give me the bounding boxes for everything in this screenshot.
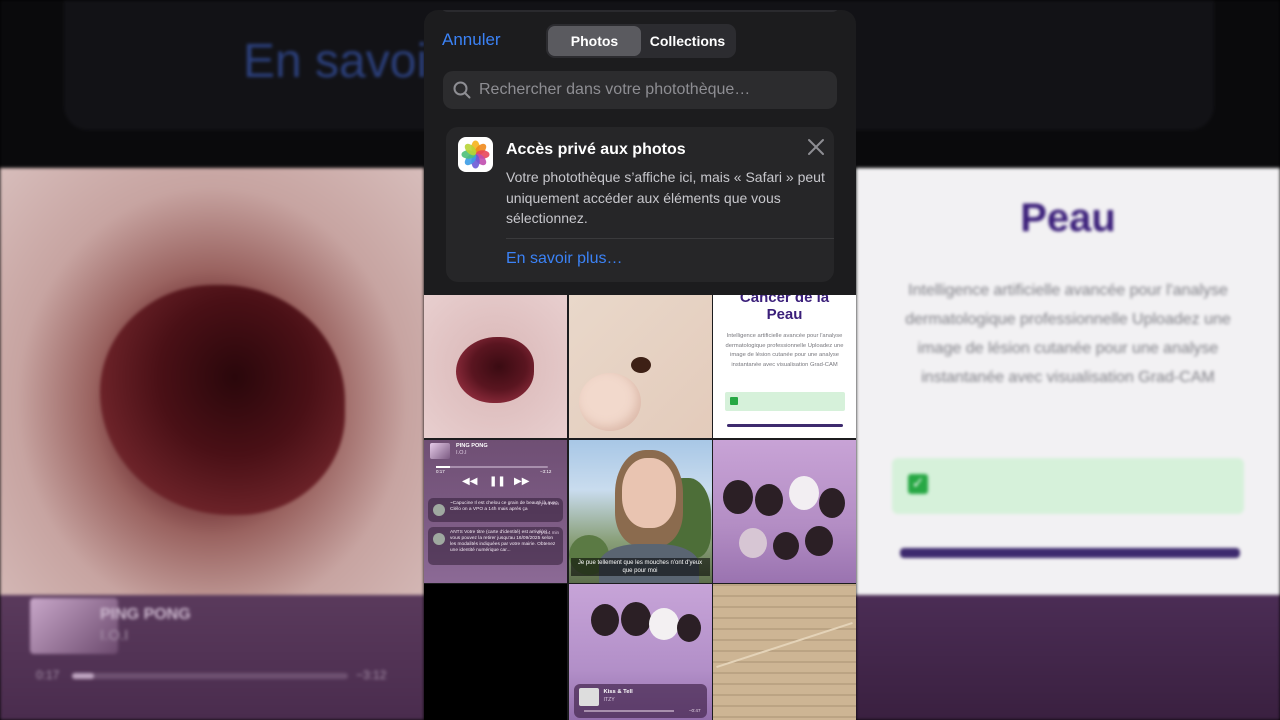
privacy-banner: Accès privé aux photos Votre photothèque… [446, 127, 834, 282]
close-banner-button[interactable] [804, 135, 828, 159]
notification-card: ANTS Votre titre (carte d'identité) est … [428, 526, 563, 565]
web-divider [727, 424, 843, 427]
album-cover [430, 442, 450, 459]
mini-song-title: Kiss & Tell [603, 689, 633, 695]
background-music-artist: I.O.I [100, 627, 129, 644]
photo-grid: Cancer de la Peau Intelligence artificie… [424, 295, 856, 720]
mini-remaining: −0:47 [688, 708, 701, 713]
background-music-progress [72, 673, 348, 679]
background-divider [900, 548, 1240, 558]
banner-divider [506, 238, 834, 239]
notification-time: il y a 1 min [537, 500, 559, 506]
check-icon [730, 397, 738, 405]
notification-time: il y a 4 min [537, 529, 559, 535]
tab-photos[interactable]: Photos [548, 26, 641, 56]
background-web-page: Peau Intelligence artificielle avancée p… [856, 168, 1280, 595]
person-head [773, 531, 799, 560]
background-bottom-right [856, 595, 1280, 720]
photo-thumbnail[interactable]: Cancer de la Peau Intelligence artificie… [713, 295, 856, 438]
album-cover [578, 688, 599, 706]
person-head [648, 608, 679, 640]
person-head [620, 602, 651, 636]
photo-thumbnail[interactable]: PING PONG I.O.I 0:17 −3:12 ◀◀ ❚❚ ▶▶ ~Cap… [424, 439, 567, 583]
close-icon [808, 139, 824, 155]
photo-thumbnail[interactable]: Je pue tellement que les mouches n'ont d… [568, 439, 712, 583]
mini-progress [583, 710, 674, 712]
person-head [789, 475, 819, 510]
search-bar[interactable] [443, 71, 837, 109]
notification-card: ~Capucine Il est chelou ce grain de beau… [428, 497, 563, 522]
music-elapsed: 0:17 [436, 468, 445, 474]
web-title-line2: Peau [766, 306, 803, 323]
contact-icon [433, 503, 445, 516]
background-check-icon: ✓ [908, 474, 928, 494]
photo-thumbnail[interactable] [713, 584, 856, 720]
background-music-title: PING PONG [100, 606, 191, 623]
photo-thumbnail[interactable] [424, 584, 567, 720]
photo-thumbnail[interactable] [424, 295, 567, 438]
banner-title: Accès privé aux photos [506, 141, 686, 158]
background-web-subtitle: Intelligence artificielle avancée pour l… [905, 282, 1231, 386]
segmented-control: Photos Collections [546, 24, 736, 58]
contact-icon [433, 532, 445, 545]
photo-thumbnail[interactable] [713, 439, 856, 583]
rewind-icon: ◀◀ [462, 475, 478, 487]
background-music-elapsed: 0:17 [36, 668, 60, 682]
mini-music-player: Kiss & Tell ITZY −0:47 [573, 684, 707, 718]
web-upload-box [725, 392, 845, 411]
music-artist: I.O.I [456, 449, 467, 456]
web-title-line1: Cancer de la [739, 295, 830, 306]
selfie-caption: Je pue tellement que les mouches n'ont d… [570, 557, 710, 576]
person-head [676, 614, 701, 642]
photo-picker-sheet: Annuler Photos Collections Rechercher da… [424, 10, 856, 720]
paper-crease [716, 621, 853, 669]
music-progress [436, 465, 548, 468]
tab-collections[interactable]: Collections [641, 26, 734, 56]
photo-thumbnail[interactable]: Kiss & Tell ITZY −0:47 [568, 584, 712, 720]
background-music-remaining: −3:12 [356, 668, 387, 682]
person-head [723, 479, 753, 514]
web-subtitle: Intelligence artificielle avancée pour l… [725, 333, 844, 368]
background-upload-box [892, 458, 1244, 514]
finger-image [578, 373, 641, 431]
banner-body: Votre photothèque s’affiche ici, mais « … [506, 169, 825, 226]
person-head [590, 604, 619, 636]
cancel-button[interactable]: Annuler [442, 30, 501, 50]
learn-more-link[interactable]: En savoir plus… [506, 250, 623, 268]
music-remaining: −3:12 [540, 468, 552, 474]
mole-image [456, 337, 534, 403]
person-head [755, 483, 783, 516]
person-face [621, 457, 676, 528]
sheet-top-strip [440, 10, 840, 12]
person-head [819, 487, 845, 518]
mini-artist: ITZY [603, 697, 615, 703]
photos-app-icon [458, 137, 493, 172]
mole-image [630, 357, 651, 373]
background-top-text: En savoir [243, 35, 444, 88]
forward-icon: ▶▶ [514, 475, 530, 487]
music-title: PING PONG [456, 442, 488, 449]
pause-icon: ❚❚ [489, 475, 506, 487]
search-input[interactable] [479, 81, 799, 99]
person-head [805, 525, 833, 556]
search-icon [453, 81, 471, 99]
photo-thumbnail[interactable] [568, 295, 712, 438]
background-web-title: Peau [1020, 196, 1116, 240]
person-head [739, 527, 767, 558]
